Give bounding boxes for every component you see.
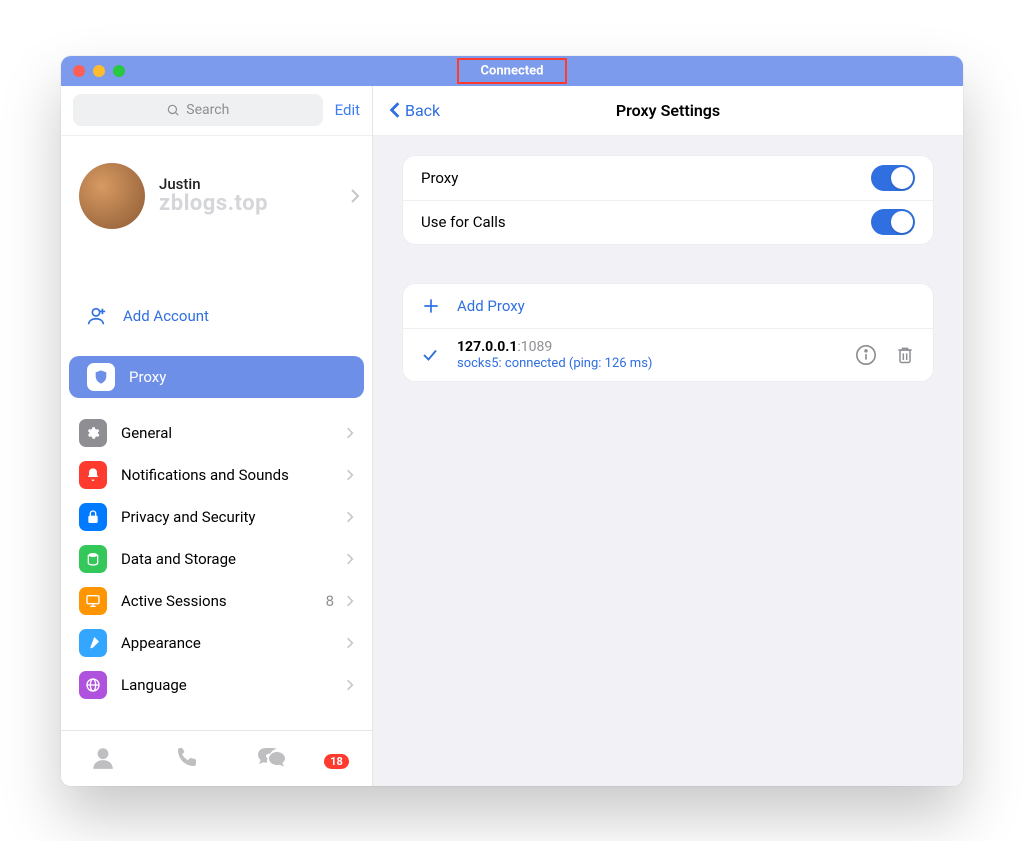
titlebar: Connected xyxy=(61,56,963,86)
tab-contacts[interactable] xyxy=(90,745,116,771)
gear-icon xyxy=(79,419,107,447)
add-person-icon xyxy=(85,305,107,327)
sidebar-item-privacy[interactable]: Privacy and Security xyxy=(61,496,372,538)
connection-status: Connected xyxy=(471,63,554,78)
sidebar-item-general[interactable]: General xyxy=(61,412,372,454)
app-window: Connected Search Edit Justin zblogs.top xyxy=(61,56,963,786)
toggle-switch[interactable] xyxy=(871,209,915,235)
sidebar-item-sessions[interactable]: Active Sessions 8 xyxy=(61,580,372,622)
search-icon xyxy=(166,103,180,117)
chevron-right-icon xyxy=(346,678,354,692)
proxy-item[interactable]: 127.0.0.1:1089 socks5: connected (ping: … xyxy=(403,328,933,381)
sessions-count: 8 xyxy=(326,592,334,610)
chevron-right-icon xyxy=(346,636,354,650)
minimize-window-button[interactable] xyxy=(93,65,105,77)
edit-button[interactable]: Edit xyxy=(335,101,360,119)
plus-icon xyxy=(421,296,441,316)
zoom-window-button[interactable] xyxy=(113,65,125,77)
globe-icon xyxy=(79,671,107,699)
sidebar-item-language[interactable]: Language xyxy=(61,664,372,706)
back-label: Back xyxy=(405,101,440,120)
back-button[interactable]: Back xyxy=(389,101,440,120)
chat-icon xyxy=(257,746,285,770)
sidebar-item-label: General xyxy=(121,424,172,442)
sidebar-item-label: Proxy xyxy=(129,368,166,386)
use-for-calls-label: Use for Calls xyxy=(421,213,506,231)
add-account-label: Add Account xyxy=(123,307,209,325)
chevron-right-icon xyxy=(350,188,360,204)
monitor-icon xyxy=(79,587,107,615)
close-window-button[interactable] xyxy=(73,65,85,77)
add-proxy-label: Add Proxy xyxy=(457,297,525,315)
sidebar-item-proxy[interactable]: Proxy xyxy=(69,356,364,398)
delete-button[interactable] xyxy=(895,344,915,366)
proxy-toggle-row[interactable]: Proxy xyxy=(403,156,933,200)
chevron-right-icon xyxy=(346,510,354,524)
tab-calls[interactable] xyxy=(174,746,198,770)
sidebar-item-label: Notifications and Sounds xyxy=(121,466,289,484)
add-account-button[interactable]: Add Account xyxy=(61,294,372,338)
search-placeholder: Search xyxy=(186,102,229,118)
sidebar-item-appearance[interactable]: Appearance xyxy=(61,622,372,664)
sidebar-item-notifications[interactable]: Notifications and Sounds xyxy=(61,454,372,496)
proxy-status: socks5: connected (ping: 126 ms) xyxy=(457,356,652,371)
lock-icon xyxy=(79,503,107,531)
brush-icon xyxy=(79,629,107,657)
profile-subtitle: zblogs.top xyxy=(159,191,268,216)
info-button[interactable] xyxy=(855,344,877,366)
sidebar-item-data[interactable]: Data and Storage xyxy=(61,538,372,580)
check-icon xyxy=(421,346,441,364)
proxy-toggle-label: Proxy xyxy=(421,169,458,187)
search-input[interactable]: Search xyxy=(73,94,323,126)
trash-icon xyxy=(895,344,915,366)
add-proxy-button[interactable]: Add Proxy xyxy=(403,284,933,328)
sidebar-item-label: Privacy and Security xyxy=(121,508,256,526)
tab-chats[interactable] xyxy=(257,746,285,770)
toggle-switch[interactable] xyxy=(871,165,915,191)
person-icon xyxy=(90,745,116,771)
database-icon xyxy=(79,545,107,573)
chevron-left-icon xyxy=(389,101,401,119)
proxy-host: 127.0.0.1:1089 xyxy=(457,339,652,355)
info-icon xyxy=(855,344,877,366)
window-controls xyxy=(73,65,125,77)
chevron-right-icon xyxy=(346,594,354,608)
profile-row[interactable]: Justin zblogs.top xyxy=(61,146,372,246)
proxy-list-card: Add Proxy 127.0.0.1:1089 socks5: connect… xyxy=(403,284,933,381)
use-for-calls-toggle-row[interactable]: Use for Calls xyxy=(403,200,933,244)
chevron-right-icon xyxy=(346,468,354,482)
bell-icon xyxy=(79,461,107,489)
shield-icon xyxy=(87,363,115,391)
sidebar-item-label: Language xyxy=(121,676,187,694)
chevron-right-icon xyxy=(346,552,354,566)
sidebar-item-label: Data and Storage xyxy=(121,550,236,568)
sidebar-item-label: Active Sessions xyxy=(121,592,227,610)
avatar xyxy=(79,163,145,229)
page-title: Proxy Settings xyxy=(616,101,720,120)
content-header: Back Proxy Settings xyxy=(373,86,963,136)
sidebar-item-label: Appearance xyxy=(121,634,201,652)
notification-badge: 18 xyxy=(322,752,351,771)
tabbar: 18 xyxy=(61,730,372,786)
phone-icon xyxy=(174,746,198,770)
proxy-toggles-card: Proxy Use for Calls xyxy=(403,156,933,244)
chevron-right-icon xyxy=(346,426,354,440)
sidebar: Search Edit Justin zblogs.top xyxy=(61,86,373,786)
